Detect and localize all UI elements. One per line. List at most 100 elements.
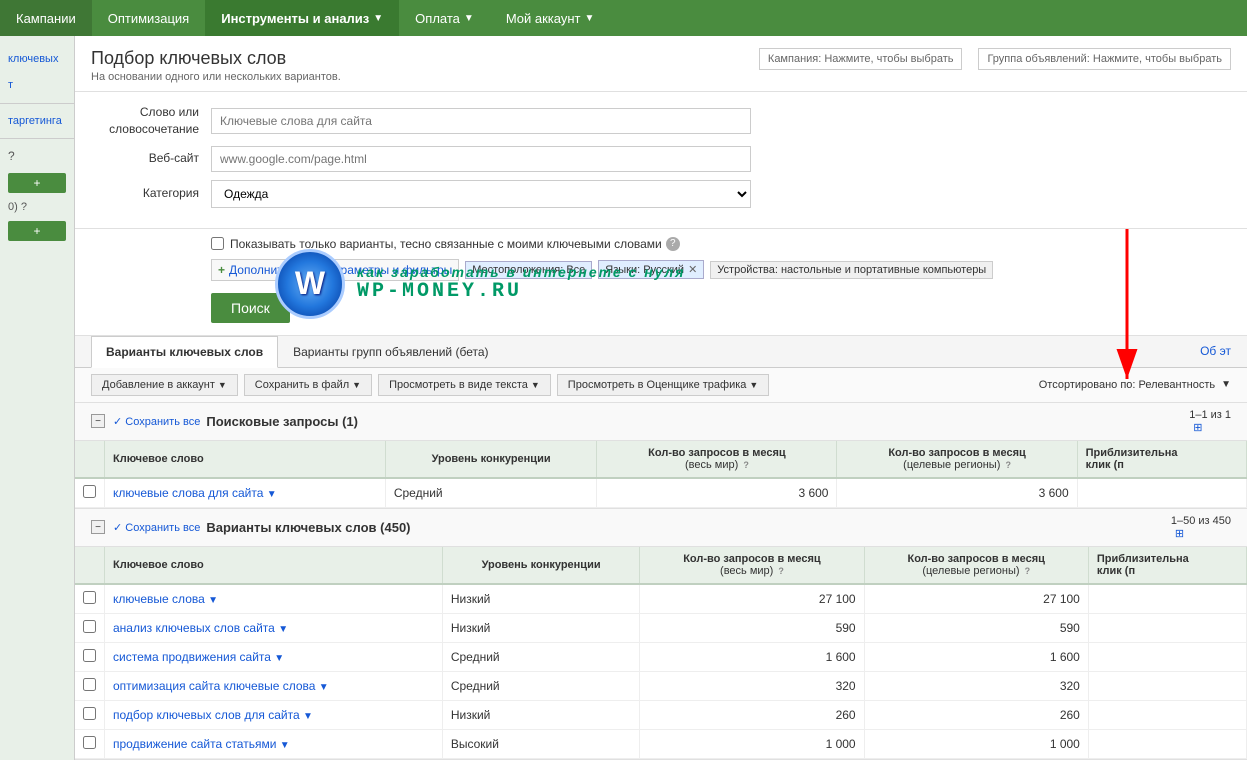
nav-campaigns[interactable]: Кампании — [0, 0, 92, 36]
content-area: Подбор ключевых слов На основании одного… — [75, 36, 1247, 760]
vth-competition[interactable]: Уровень конкуренции — [442, 547, 640, 584]
keyword-variants-table: Ключевое слово Уровень конкуренции Кол-в… — [75, 547, 1247, 759]
search-queries-header: − ✓ Сохранить все Поисковые запросы (1) … — [75, 403, 1247, 441]
vcompetition-cell-4: Низкий — [442, 700, 640, 729]
tight-match-checkbox[interactable] — [211, 237, 224, 250]
sidebar-question: ? — [0, 143, 74, 169]
campaign-selector[interactable]: Кампания: Нажмите, чтобы выбрать — [759, 48, 963, 70]
table-row: ключевые слова ▼ Низкий 27 100 27 100 — [75, 584, 1247, 614]
tab-keyword-variants[interactable]: Варианты ключевых слов — [91, 336, 278, 368]
sort-arrow: ▼ — [1221, 379, 1231, 390]
vglobal-monthly-cell-4: 260 — [640, 700, 864, 729]
th-global-monthly[interactable]: Кол-во запросов в месяц(весь мир) ? — [597, 441, 837, 478]
vcompetition-cell-2: Средний — [442, 642, 640, 671]
th-approx-cpc[interactable]: Приблизительнаклик (п — [1077, 441, 1246, 478]
help-icon-checkbox[interactable]: ? — [666, 237, 680, 251]
sidebar-item-keywords[interactable]: ключевых — [0, 46, 74, 72]
vglobal-monthly-cell-3: 320 — [640, 671, 864, 700]
vkeyword-link-5[interactable]: продвижение сайта статьями — [113, 737, 276, 751]
search-button[interactable]: Поиск — [211, 293, 290, 323]
vrow-checkbox-2[interactable] — [83, 649, 96, 662]
language-tag[interactable]: Языки: Русский ✕ — [598, 260, 704, 279]
vglobal-monthly-cell-5: 1 000 — [640, 729, 864, 758]
location-tag[interactable]: Местоположения: Все — [465, 261, 592, 279]
vrow-checkbox-3[interactable] — [83, 678, 96, 691]
save-all-variants[interactable]: ✓ Сохранить все — [113, 521, 200, 534]
th-competition[interactable]: Уровень конкуренции — [385, 441, 597, 478]
nav-tools[interactable]: Инструменты и анализ ▼ — [205, 0, 399, 36]
tabs-row: Варианты ключевых слов Варианты групп об… — [75, 336, 1247, 368]
table-row: подбор ключевых слов для сайта ▼ Низкий … — [75, 700, 1247, 729]
vth-checkbox — [75, 547, 105, 584]
language-remove-icon[interactable]: ✕ — [688, 263, 697, 276]
nav-account-arrow: ▼ — [585, 13, 595, 24]
view-traffic-btn[interactable]: Просмотреть в Оценщике трафика ▼ — [557, 374, 770, 396]
vrow-checkbox-4[interactable] — [83, 707, 96, 720]
device-tag: Устройства: настольные и портативные ком… — [710, 261, 993, 279]
nav-optimization[interactable]: Оптимизация — [92, 0, 206, 36]
nav-tools-arrow: ▼ — [373, 13, 383, 24]
collapse-search-btn[interactable]: − — [91, 414, 105, 428]
vth-global-monthly[interactable]: Кол-во запросов в месяц(весь мир) ? — [640, 547, 864, 584]
sidebar-plus-btn1[interactable]: + — [8, 173, 66, 193]
vlocal-monthly-cell-2: 1 600 — [864, 642, 1088, 671]
vth-approx-cpc[interactable]: Приблизительнаклик (п — [1088, 547, 1246, 584]
tab-adgroup-variants[interactable]: Варианты групп объявлений (бета) — [278, 336, 503, 368]
search-queries-group: − ✓ Сохранить все Поисковые запросы (1) … — [75, 403, 1247, 509]
collapse-variants-btn[interactable]: − — [91, 520, 105, 534]
view-text-arrow: ▼ — [531, 380, 540, 390]
website-input[interactable] — [211, 146, 751, 172]
category-label: Категория — [91, 185, 211, 202]
save-to-file-btn[interactable]: Сохранить в файл ▼ — [244, 374, 372, 396]
vrow-checkbox-5[interactable] — [83, 736, 96, 749]
add-account-arrow: ▼ — [218, 380, 227, 390]
pagination-nav-icon[interactable]: ⊞ — [1193, 422, 1202, 434]
vkeyword-link-1[interactable]: анализ ключевых слов сайта — [113, 621, 275, 635]
nav-payment-arrow: ▼ — [464, 13, 474, 24]
table-row: ключевые слова для сайта ▼ Средний 3 600… — [75, 478, 1247, 508]
sidebar-item-t[interactable]: т — [0, 72, 74, 98]
vkeyword-link-0[interactable]: ключевые слова — [113, 592, 205, 606]
save-file-arrow: ▼ — [352, 380, 361, 390]
nav-account[interactable]: Мой аккаунт ▼ — [490, 0, 611, 36]
vrow-checkbox-1[interactable] — [83, 620, 96, 633]
vkeyword-link-2[interactable]: система продвижения сайта — [113, 650, 271, 664]
view-text-btn[interactable]: Просмотреть в виде текста ▼ — [378, 374, 551, 396]
th-keyword[interactable]: Ключевое слово — [105, 441, 386, 478]
vapprox-cpc-cell-4 — [1088, 700, 1246, 729]
th-local-monthly[interactable]: Кол-во запросов в месяц(целевые регионы)… — [837, 441, 1077, 478]
sidebar-count: 0) ? — [0, 197, 74, 217]
keyword-variants-header: − ✓ Сохранить все Варианты ключевых слов… — [75, 509, 1247, 547]
variants-pagination-nav[interactable]: ⊞ — [1175, 528, 1184, 540]
table-row: оптимизация сайта ключевые слова ▼ Средн… — [75, 671, 1247, 700]
vlocal-monthly-cell-3: 320 — [864, 671, 1088, 700]
page-subtitle: На основании одного или нескольких вариа… — [91, 71, 341, 83]
sidebar-plus-btn2[interactable]: + — [8, 221, 66, 241]
row-checkbox[interactable] — [83, 485, 96, 498]
page-header: Подбор ключевых слов На основании одного… — [75, 36, 1247, 92]
vrow-checkbox-0[interactable] — [83, 591, 96, 604]
keyword-link[interactable]: ключевые слова для сайта — [113, 486, 263, 500]
save-all-search[interactable]: ✓ Сохранить все — [113, 415, 200, 428]
toolbar: Добавление в аккаунт ▼ Сохранить в файл … — [75, 368, 1247, 403]
advanced-filters-link[interactable]: + Дополнительные параметры и фильтры — [211, 259, 459, 281]
vkeyword-link-4[interactable]: подбор ключевых слов для сайта — [113, 708, 300, 722]
search-queries-title: Поисковые запросы (1) — [206, 414, 358, 429]
nav-payment[interactable]: Оплата ▼ — [399, 0, 490, 36]
sidebar-item-targeting[interactable]: таргетинга — [0, 108, 74, 134]
vlocal-monthly-cell-5: 1 000 — [864, 729, 1088, 758]
category-select[interactable]: Одежда — [211, 180, 751, 208]
adgroup-selector[interactable]: Группа объявлений: Нажмите, чтобы выбрат… — [978, 48, 1231, 70]
add-to-account-btn[interactable]: Добавление в аккаунт ▼ — [91, 374, 238, 396]
vapprox-cpc-cell-2 — [1088, 642, 1246, 671]
global-monthly-cell: 3 600 — [597, 478, 837, 508]
about-link[interactable]: Об эт — [1200, 344, 1231, 358]
vth-local-monthly[interactable]: Кол-во запросов в месяц(целевые регионы)… — [864, 547, 1088, 584]
search-queries-pagination: 1–1 из 1 — [1189, 409, 1231, 421]
vkeyword-link-3[interactable]: оптимизация сайта ключевые слова — [113, 679, 315, 693]
watermark-line2: WP-MONEY.RU — [357, 280, 685, 303]
vapprox-cpc-cell-1 — [1088, 613, 1246, 642]
competition-cell: Средний — [385, 478, 597, 508]
word-input[interactable] — [211, 108, 751, 134]
vth-keyword[interactable]: Ключевое слово — [105, 547, 443, 584]
